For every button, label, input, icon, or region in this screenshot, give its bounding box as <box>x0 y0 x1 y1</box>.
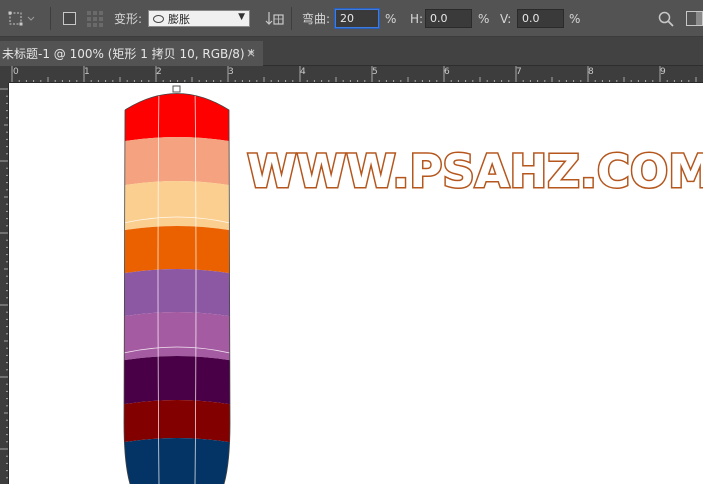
warped-stripes-artwork <box>123 85 231 484</box>
document-tab[interactable]: 未标题-1 @ 100% (矩形 1 拷贝 10, RGB/8) * × <box>0 41 263 66</box>
ruler-label: 1 <box>84 67 90 77</box>
bend-label: 弯曲: <box>302 12 331 26</box>
color-stripe <box>124 137 230 188</box>
ruler-label: 2 <box>156 67 162 77</box>
ruler-label: 7 <box>516 67 522 77</box>
v-percent: % <box>569 11 581 26</box>
color-stripe <box>124 269 230 319</box>
warp-style-select[interactable]: 膨胀 ▼ <box>148 0 250 37</box>
ruler-label: 4 <box>300 67 306 77</box>
ruler-label: 3 <box>228 67 234 77</box>
options-bar: 变形: 膨胀 ▼ 弯曲: 20 % H: 0.0 % V: 0.0 % <box>0 0 703 37</box>
v-input[interactable]: 0.0 <box>517 9 564 28</box>
warp-style-icon <box>153 14 164 23</box>
transform-tool-icon[interactable] <box>8 0 36 37</box>
h-percent: % <box>478 11 490 26</box>
color-stripe <box>124 312 230 363</box>
color-stripe <box>124 226 230 276</box>
warp-style-value: 膨胀 <box>168 12 190 26</box>
workspace-icon[interactable] <box>686 0 703 37</box>
bend-input[interactable]: 20 <box>335 9 379 28</box>
h-label: H: <box>410 11 424 26</box>
color-stripe <box>124 93 230 144</box>
h-input[interactable]: 0.0 <box>425 9 472 28</box>
reference-point-grid-icon[interactable] <box>86 0 104 37</box>
ruler-label: 8 <box>588 67 594 77</box>
ruler-label: 9 <box>660 67 666 77</box>
document-tab-title: 未标题-1 @ 100% (矩形 1 拷贝 10, RGB/8) * <box>2 47 255 61</box>
ruler-label: 6 <box>444 67 450 77</box>
document-tab-bar: 未标题-1 @ 100% (矩形 1 拷贝 10, RGB/8) * × <box>0 37 703 66</box>
ruler-corner <box>0 66 9 83</box>
ruler-label: 5 <box>372 67 378 77</box>
document-canvas[interactable]: WWW.PSAHZ.COM <box>9 83 703 484</box>
ruler-label: 0 <box>13 67 19 77</box>
vertical-ruler[interactable] <box>0 83 9 484</box>
search-icon[interactable] <box>658 0 674 37</box>
color-stripe <box>124 438 230 484</box>
watermark-text: WWW.PSAHZ.COM <box>246 144 703 200</box>
warp-handle[interactable] <box>172 85 181 93</box>
close-icon[interactable]: × <box>246 46 256 60</box>
bend-percent: % <box>385 11 397 26</box>
transform-label: 变形: <box>114 12 143 26</box>
reference-point-checkbox[interactable] <box>63 0 76 37</box>
horizontal-ruler[interactable]: 0 1 2 3 4 5 6 7 8 9 <box>9 66 703 83</box>
vertical-ruler-ticks <box>0 88 8 479</box>
color-stripe <box>124 181 230 233</box>
chevron-down-icon: ▼ <box>238 12 245 22</box>
warp-orientation-icon[interactable] <box>265 0 285 37</box>
v-label: V: <box>500 11 512 26</box>
horizontal-ruler-ticks <box>11 66 697 82</box>
color-stripe <box>124 356 230 407</box>
